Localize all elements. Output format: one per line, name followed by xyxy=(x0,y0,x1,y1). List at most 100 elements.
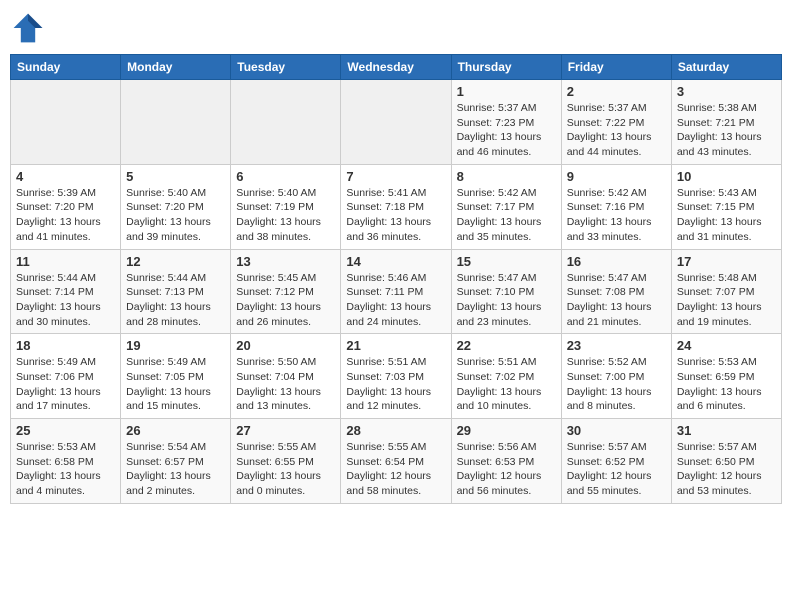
day-info: Sunrise: 5:44 AM Sunset: 7:13 PM Dayligh… xyxy=(126,271,225,330)
calendar-cell: 15Sunrise: 5:47 AM Sunset: 7:10 PM Dayli… xyxy=(451,249,561,334)
calendar-cell xyxy=(231,80,341,165)
day-info: Sunrise: 5:52 AM Sunset: 7:00 PM Dayligh… xyxy=(567,355,666,414)
weekday-header-row: SundayMondayTuesdayWednesdayThursdayFrid… xyxy=(11,55,782,80)
day-number: 1 xyxy=(457,84,556,99)
calendar-cell: 27 Sunrise: 5:55 AM Sunset: 6:55 PM Dayli… xyxy=(231,419,341,504)
day-info: Sunrise: 5:50 AM Sunset: 7:04 PM Dayligh… xyxy=(236,355,335,414)
day-info: Sunrise: 5:47 AM Sunset: 7:08 PM Dayligh… xyxy=(567,271,666,330)
day-info: Sunrise: 5:37 AM Sunset: 7:23 PM Dayligh… xyxy=(457,101,556,160)
calendar-cell: 7 Sunrise: 5:41 AM Sunset: 7:18 PM Daylig… xyxy=(341,164,451,249)
day-number: 27 xyxy=(236,423,335,438)
day-info: Sunrise: 5:55 AM Sunset: 6:55 PM Dayligh… xyxy=(236,440,335,499)
day-info: Sunrise: 5:41 AM Sunset: 7:18 PM Dayligh… xyxy=(346,186,445,245)
calendar-cell: 26 Sunrise: 5:54 AM Sunset: 6:57 PM Dayli… xyxy=(121,419,231,504)
calendar-cell: 10 Sunrise: 5:43 AM Sunset: 7:15 PM Dayli… xyxy=(671,164,781,249)
day-info: Sunrise: 5:51 AM Sunset: 7:02 PM Dayligh… xyxy=(457,355,556,414)
day-info: Sunrise: 5:57 AM Sunset: 6:52 PM Dayligh… xyxy=(567,440,666,499)
day-number: 18 xyxy=(16,338,115,353)
day-number: 14 xyxy=(346,254,445,269)
calendar-table: SundayMondayTuesdayWednesdayThursdayFrid… xyxy=(10,54,782,504)
calendar-cell: 31 Sunrise: 5:57 AM Sunset: 6:50 PM Dayli… xyxy=(671,419,781,504)
calendar-cell: 21Sunrise: 5:51 AM Sunset: 7:03 PM Dayli… xyxy=(341,334,451,419)
day-number: 12 xyxy=(126,254,225,269)
day-number: 29 xyxy=(457,423,556,438)
week-row-2: 4 Sunrise: 5:39 AM Sunset: 7:20 PM Daylig… xyxy=(11,164,782,249)
day-number: 17 xyxy=(677,254,776,269)
day-number: 7 xyxy=(346,169,445,184)
weekday-header-saturday: Saturday xyxy=(671,55,781,80)
calendar-cell: 24 Sunrise: 5:53 AM Sunset: 6:59 PM Dayli… xyxy=(671,334,781,419)
calendar-cell: 19Sunrise: 5:49 AM Sunset: 7:05 PM Dayli… xyxy=(121,334,231,419)
day-info: Sunrise: 5:37 AM Sunset: 7:22 PM Dayligh… xyxy=(567,101,666,160)
calendar-cell xyxy=(341,80,451,165)
weekday-header-monday: Monday xyxy=(121,55,231,80)
day-info: Sunrise: 5:43 AM Sunset: 7:15 PM Dayligh… xyxy=(677,186,776,245)
day-info: Sunrise: 5:39 AM Sunset: 7:20 PM Dayligh… xyxy=(16,186,115,245)
day-info: Sunrise: 5:45 AM Sunset: 7:12 PM Dayligh… xyxy=(236,271,335,330)
day-info: Sunrise: 5:53 AM Sunset: 6:59 PM Dayligh… xyxy=(677,355,776,414)
day-info: Sunrise: 5:49 AM Sunset: 7:05 PM Dayligh… xyxy=(126,355,225,414)
weekday-header-sunday: Sunday xyxy=(11,55,121,80)
calendar-cell: 12 Sunrise: 5:44 AM Sunset: 7:13 PM Dayli… xyxy=(121,249,231,334)
day-info: Sunrise: 5:53 AM Sunset: 6:58 PM Dayligh… xyxy=(16,440,115,499)
day-number: 9 xyxy=(567,169,666,184)
day-number: 26 xyxy=(126,423,225,438)
calendar-cell: 13 Sunrise: 5:45 AM Sunset: 7:12 PM Dayli… xyxy=(231,249,341,334)
calendar-cell: 29Sunrise: 5:56 AM Sunset: 6:53 PM Dayli… xyxy=(451,419,561,504)
day-info: Sunrise: 5:40 AM Sunset: 7:19 PM Dayligh… xyxy=(236,186,335,245)
calendar-cell: 17Sunrise: 5:48 AM Sunset: 7:07 PM Dayli… xyxy=(671,249,781,334)
weekday-header-wednesday: Wednesday xyxy=(341,55,451,80)
day-number: 10 xyxy=(677,169,776,184)
day-info: Sunrise: 5:49 AM Sunset: 7:06 PM Dayligh… xyxy=(16,355,115,414)
day-number: 3 xyxy=(677,84,776,99)
day-info: Sunrise: 5:54 AM Sunset: 6:57 PM Dayligh… xyxy=(126,440,225,499)
calendar-cell: 2Sunrise: 5:37 AM Sunset: 7:22 PM Daylig… xyxy=(561,80,671,165)
day-info: Sunrise: 5:40 AM Sunset: 7:20 PM Dayligh… xyxy=(126,186,225,245)
day-number: 30 xyxy=(567,423,666,438)
calendar-cell: 18 Sunrise: 5:49 AM Sunset: 7:06 PM Dayli… xyxy=(11,334,121,419)
day-number: 20 xyxy=(236,338,335,353)
day-number: 4 xyxy=(16,169,115,184)
day-info: Sunrise: 5:42 AM Sunset: 7:17 PM Dayligh… xyxy=(457,186,556,245)
day-number: 8 xyxy=(457,169,556,184)
calendar-cell: 16Sunrise: 5:47 AM Sunset: 7:08 PM Dayli… xyxy=(561,249,671,334)
week-row-1: 1 Sunrise: 5:37 AM Sunset: 7:23 PM Daylig… xyxy=(11,80,782,165)
weekday-header-friday: Friday xyxy=(561,55,671,80)
day-number: 28 xyxy=(346,423,445,438)
day-info: Sunrise: 5:42 AM Sunset: 7:16 PM Dayligh… xyxy=(567,186,666,245)
day-number: 25 xyxy=(16,423,115,438)
calendar-cell: 30 Sunrise: 5:57 AM Sunset: 6:52 PM Dayli… xyxy=(561,419,671,504)
calendar-cell: 6Sunrise: 5:40 AM Sunset: 7:19 PM Daylig… xyxy=(231,164,341,249)
day-info: Sunrise: 5:46 AM Sunset: 7:11 PM Dayligh… xyxy=(346,271,445,330)
day-number: 24 xyxy=(677,338,776,353)
calendar-cell: 22Sunrise: 5:51 AM Sunset: 7:02 PM Dayli… xyxy=(451,334,561,419)
calendar-cell: 25 Sunrise: 5:53 AM Sunset: 6:58 PM Dayli… xyxy=(11,419,121,504)
day-number: 5 xyxy=(126,169,225,184)
day-info: Sunrise: 5:47 AM Sunset: 7:10 PM Dayligh… xyxy=(457,271,556,330)
page-header xyxy=(10,10,782,46)
logo xyxy=(10,10,50,46)
week-row-5: 25 Sunrise: 5:53 AM Sunset: 6:58 PM Dayli… xyxy=(11,419,782,504)
calendar-cell: 28Sunrise: 5:55 AM Sunset: 6:54 PM Dayli… xyxy=(341,419,451,504)
calendar-cell xyxy=(121,80,231,165)
calendar-cell: 20 Sunrise: 5:50 AM Sunset: 7:04 PM Dayli… xyxy=(231,334,341,419)
day-info: Sunrise: 5:38 AM Sunset: 7:21 PM Dayligh… xyxy=(677,101,776,160)
calendar-cell: 5 Sunrise: 5:40 AM Sunset: 7:20 PM Daylig… xyxy=(121,164,231,249)
calendar-cell: 23 Sunrise: 5:52 AM Sunset: 7:00 PM Dayli… xyxy=(561,334,671,419)
calendar-cell: 1 Sunrise: 5:37 AM Sunset: 7:23 PM Daylig… xyxy=(451,80,561,165)
day-info: Sunrise: 5:44 AM Sunset: 7:14 PM Dayligh… xyxy=(16,271,115,330)
calendar-cell xyxy=(11,80,121,165)
day-number: 31 xyxy=(677,423,776,438)
day-info: Sunrise: 5:57 AM Sunset: 6:50 PM Dayligh… xyxy=(677,440,776,499)
calendar-cell: 3 Sunrise: 5:38 AM Sunset: 7:21 PM Daylig… xyxy=(671,80,781,165)
day-number: 13 xyxy=(236,254,335,269)
calendar-cell: 14 Sunrise: 5:46 AM Sunset: 7:11 PM Dayli… xyxy=(341,249,451,334)
week-row-3: 11 Sunrise: 5:44 AM Sunset: 7:14 PM Dayli… xyxy=(11,249,782,334)
calendar-cell: 9 Sunrise: 5:42 AM Sunset: 7:16 PM Daylig… xyxy=(561,164,671,249)
weekday-header-thursday: Thursday xyxy=(451,55,561,80)
calendar-cell: 11 Sunrise: 5:44 AM Sunset: 7:14 PM Dayli… xyxy=(11,249,121,334)
day-number: 23 xyxy=(567,338,666,353)
day-number: 11 xyxy=(16,254,115,269)
day-info: Sunrise: 5:51 AM Sunset: 7:03 PM Dayligh… xyxy=(346,355,445,414)
calendar-cell: 4 Sunrise: 5:39 AM Sunset: 7:20 PM Daylig… xyxy=(11,164,121,249)
